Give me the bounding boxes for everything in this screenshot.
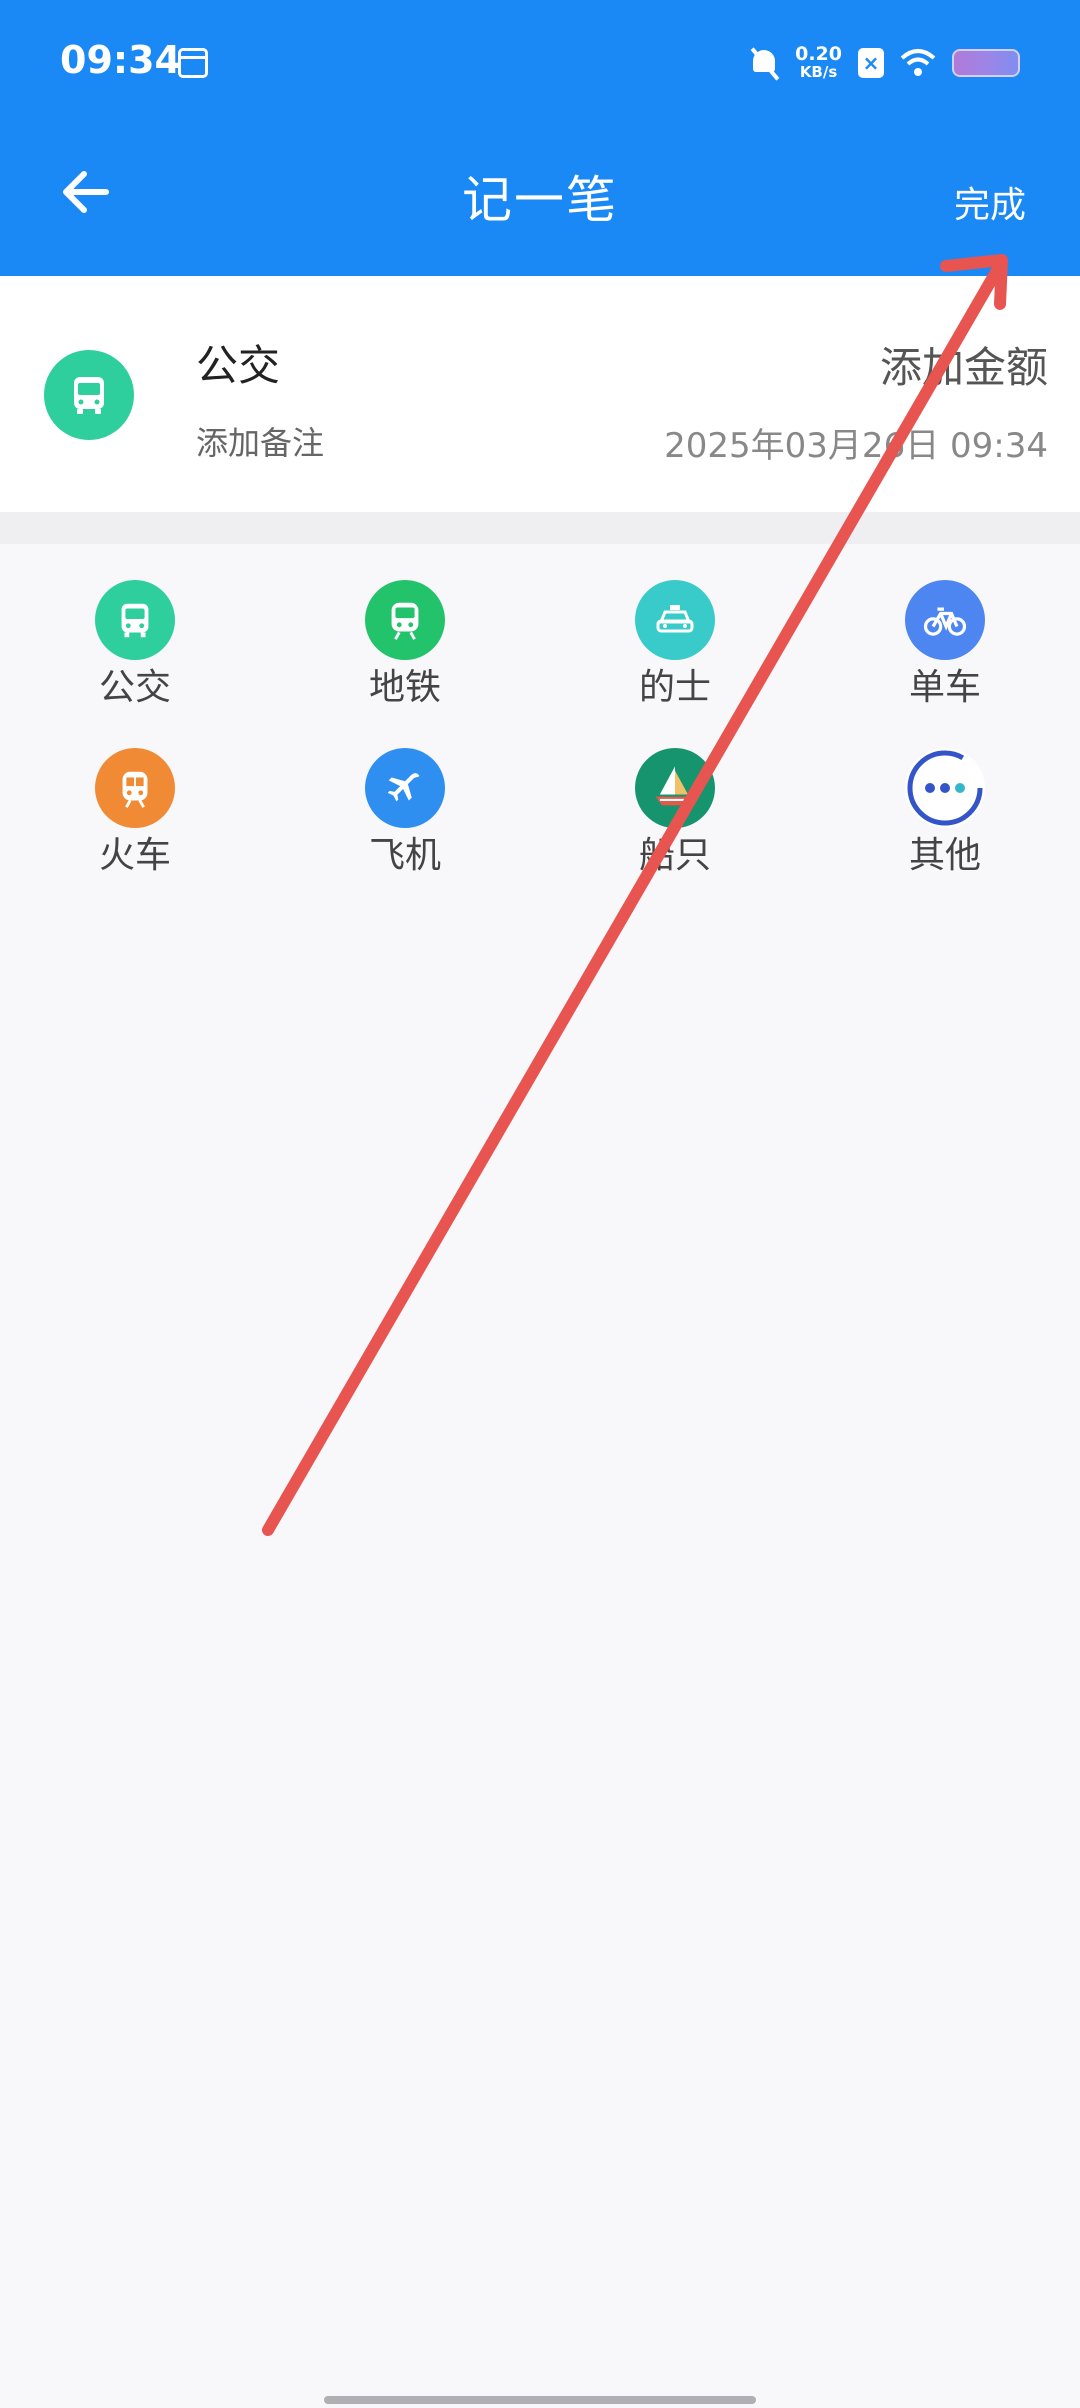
more-icon bbox=[905, 748, 985, 828]
note-input[interactable]: 添加备注 bbox=[196, 418, 324, 464]
home-indicator[interactable] bbox=[324, 2396, 756, 2404]
category-label: 的士 bbox=[638, 667, 711, 708]
datetime-picker[interactable]: 2025年03月26日 09:34 bbox=[664, 418, 1048, 467]
wifi-icon bbox=[900, 49, 936, 76]
train-icon bbox=[95, 748, 175, 828]
page-title: 记一笔 bbox=[462, 171, 618, 229]
network-speed-value: 0.20 bbox=[795, 43, 842, 65]
category-label: 单车 bbox=[908, 667, 981, 708]
battery-icon bbox=[952, 49, 1020, 77]
bus-icon bbox=[95, 580, 175, 660]
subway-icon bbox=[365, 580, 445, 660]
category-item-train[interactable]: 火车 bbox=[0, 748, 270, 878]
category-label: 其他 bbox=[908, 835, 981, 876]
category-item-airplane[interactable]: 飞机 bbox=[270, 748, 540, 878]
category-grid: 公交 地铁 的士 单车 火车 飞机 船只 其他 bbox=[0, 580, 1080, 878]
category-label: 火车 bbox=[98, 835, 171, 876]
status-icons: 0.20 KB/s × bbox=[749, 40, 1020, 86]
category-item-other[interactable]: 其他 bbox=[810, 748, 1080, 878]
airplane-icon bbox=[365, 748, 445, 828]
status-time: 09:34 bbox=[60, 38, 181, 82]
calendar-icon bbox=[178, 48, 208, 78]
ship-icon bbox=[635, 748, 715, 828]
taxi-icon bbox=[635, 580, 715, 660]
category-item-bicycle[interactable]: 单车 bbox=[810, 580, 1080, 710]
bus-icon bbox=[44, 350, 134, 440]
amount-input[interactable]: 添加金额 bbox=[880, 334, 1048, 395]
network-speed-unit: KB/s bbox=[799, 63, 838, 81]
status-bar: 09:34 0.20 KB/s × bbox=[0, 0, 1080, 120]
entry-category-label: 公交 bbox=[196, 341, 281, 390]
app-header: 09:34 0.20 KB/s × 记一笔 完成 bbox=[0, 0, 1080, 276]
category-item-bus[interactable]: 公交 bbox=[0, 580, 270, 710]
category-label: 公交 bbox=[98, 667, 171, 708]
category-item-subway[interactable]: 地铁 bbox=[270, 580, 540, 710]
bicycle-icon bbox=[905, 580, 985, 660]
network-speed: 0.20 KB/s bbox=[795, 43, 842, 82]
category-item-taxi[interactable]: 的士 bbox=[540, 580, 810, 710]
done-button[interactable]: 完成 bbox=[946, 172, 1034, 232]
divider bbox=[0, 512, 1080, 544]
bell-off-icon bbox=[749, 46, 779, 80]
entry-card: 公交 添加备注 添加金额 2025年03月26日 09:34 bbox=[0, 276, 1080, 512]
category-label: 飞机 bbox=[368, 835, 441, 876]
category-item-ship[interactable]: 船只 bbox=[540, 748, 810, 878]
category-label: 地铁 bbox=[368, 667, 441, 708]
category-label: 船只 bbox=[638, 835, 711, 876]
x-badge-icon: × bbox=[858, 48, 884, 78]
